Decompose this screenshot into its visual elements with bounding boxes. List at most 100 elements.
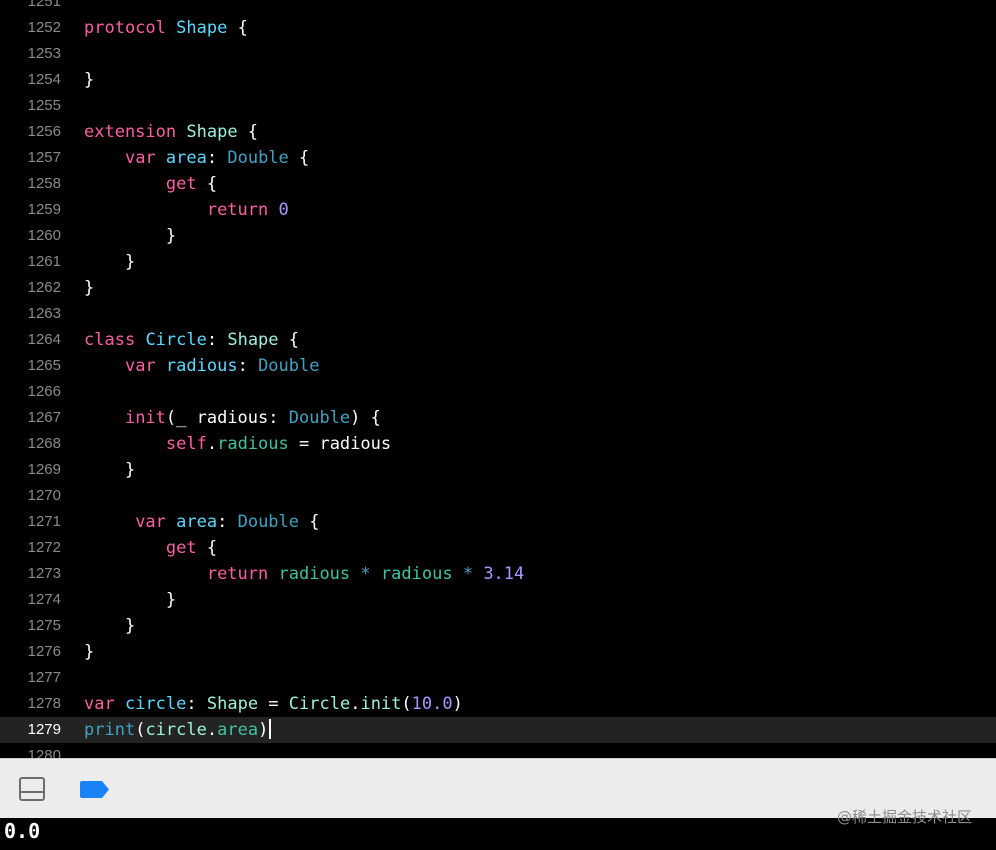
code-token: var: [135, 512, 166, 532]
line-number: 1252: [27, 19, 61, 36]
code-line[interactable]: 1275 }: [0, 613, 996, 639]
line-number: 1263: [27, 305, 61, 322]
code-token: area: [165, 148, 207, 168]
code-token: :: [206, 148, 228, 168]
code-line[interactable]: 1263: [0, 301, 996, 327]
code-token: (_ radious:: [165, 408, 289, 428]
code-line[interactable]: 1252 protocol Shape {: [0, 15, 996, 41]
code-line[interactable]: 1264 class Circle: Shape {: [0, 327, 996, 353]
line-number: 1264: [27, 331, 61, 348]
code-line[interactable]: 1269 }: [0, 457, 996, 483]
code-text: }: [84, 639, 94, 665]
code-line[interactable]: 1274 }: [0, 587, 996, 613]
code-token: {: [278, 330, 300, 350]
breakpoint-shape: [80, 781, 109, 798]
code-line[interactable]: 1270: [0, 483, 996, 509]
code-token: }: [84, 590, 177, 610]
code-line[interactable]: 1255: [0, 93, 996, 119]
line-number: 1279: [27, 721, 61, 738]
line-number: 1278: [27, 695, 61, 712]
line-number: 1258: [27, 175, 61, 192]
code-line[interactable]: 1251: [0, 0, 996, 15]
code-token: area: [176, 512, 218, 532]
code-line[interactable]: 1261 }: [0, 249, 996, 275]
code-token: 0: [278, 200, 289, 220]
code-line[interactable]: 1273 return radious * radious * 3.14: [0, 561, 996, 587]
line-number: 1272: [27, 539, 61, 556]
code-token: }: [84, 616, 136, 636]
code-text: var area: Double {: [84, 509, 319, 535]
console-divider: [21, 791, 43, 793]
code-editor[interactable]: 1251 1252 protocol Shape {1253 1254} 1255 125…: [0, 0, 996, 758]
code-token: print: [84, 720, 136, 740]
console-output: 0.0: [4, 819, 41, 843]
line-number: 1280: [27, 747, 61, 758]
line-number: 1266: [27, 383, 61, 400]
code-line[interactable]: 1278 var circle: Shape = Circle.init(10.0…: [0, 691, 996, 717]
code-token: self: [165, 434, 207, 454]
code-token: Circle: [288, 694, 351, 714]
line-number: 1277: [27, 669, 61, 686]
code-token: init: [124, 408, 166, 428]
code-line[interactable]: 1254}: [0, 67, 996, 93]
code-lines: 1251 1252 protocol Shape {1253 1254} 1255 125…: [0, 0, 996, 758]
code-line[interactable]: 1265 var radious: Double: [0, 353, 996, 379]
code-token: radious: [165, 356, 238, 376]
code-line[interactable]: 1267 init(_ radious: Double) {: [0, 405, 996, 431]
code-line[interactable]: 1268 self.radious = radious: [0, 431, 996, 457]
code-line[interactable]: 1256 extension Shape {: [0, 119, 996, 145]
code-token: extension: [84, 122, 177, 142]
code-token: 10.0: [411, 694, 453, 714]
code-token: radious: [380, 564, 453, 584]
code-token: *: [462, 564, 474, 584]
code-token: *: [360, 564, 371, 584]
code-line[interactable]: 1258 get {: [0, 171, 996, 197]
code-line[interactable]: 1260 }: [0, 223, 996, 249]
code-line[interactable]: 1272 get {: [0, 535, 996, 561]
line-number: 1259: [27, 201, 61, 218]
code-token: Shape: [206, 694, 259, 714]
code-line[interactable]: 1262}: [0, 275, 996, 301]
code-line[interactable]: 1259 return 0: [0, 197, 996, 223]
code-token: }: [84, 252, 136, 272]
clipped-console-text: [210, 846, 300, 850]
code-line[interactable]: 1280: [0, 743, 996, 758]
code-text: }: [84, 587, 176, 613]
code-token: return: [206, 200, 269, 220]
hide-console-icon[interactable]: [19, 777, 45, 801]
code-token: ) {: [350, 408, 381, 428]
code-line[interactable]: 1253: [0, 41, 996, 67]
line-number: 1265: [27, 357, 61, 374]
code-token: }: [84, 278, 95, 298]
code-line[interactable]: 1257 var area: Double {: [0, 145, 996, 171]
code-token: .: [206, 434, 218, 454]
line-number: 1251: [27, 0, 61, 10]
code-token: Double: [237, 512, 300, 532]
code-token: {: [288, 148, 310, 168]
code-token: radious: [217, 434, 289, 454]
line-number: 1261: [27, 253, 61, 270]
code-token: (: [401, 694, 412, 714]
watermark: @稀土掘金技术社区: [836, 808, 972, 826]
code-token: Double: [288, 408, 351, 428]
code-text: }: [84, 613, 135, 639]
breakpoint-icon[interactable]: [80, 781, 110, 798]
code-line[interactable]: 1279 print(circle.area): [0, 717, 996, 743]
code-line[interactable]: 1277: [0, 665, 996, 691]
code-line[interactable]: 1271 var area: Double {: [0, 509, 996, 535]
code-line[interactable]: 1266: [0, 379, 996, 405]
code-text: var area: Double {: [84, 145, 309, 171]
code-token: }: [84, 226, 177, 246]
code-text: init(_ radious: Double) {: [84, 405, 381, 431]
code-line[interactable]: 1276}: [0, 639, 996, 665]
